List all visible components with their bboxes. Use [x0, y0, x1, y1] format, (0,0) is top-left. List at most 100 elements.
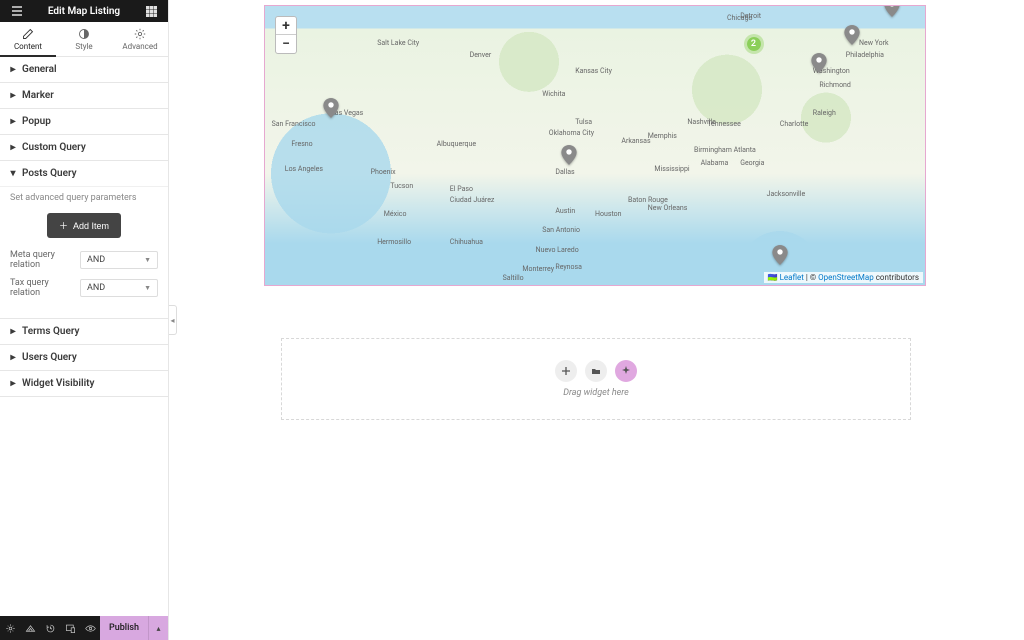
- plus-icon: ＋: [59, 219, 68, 232]
- menu-icon[interactable]: [6, 0, 28, 22]
- chevron-down-icon: ▼: [144, 284, 151, 292]
- publish-options-button[interactable]: ▴: [148, 616, 168, 640]
- map-city-label: Albuquerque: [437, 140, 476, 148]
- map-city-label: Houston: [595, 210, 622, 218]
- section-toggle-widget-visibility[interactable]: ▸ Widget Visibility: [0, 371, 168, 396]
- zoom-out-button[interactable]: −: [276, 35, 296, 53]
- map-city-label: Fresno: [291, 140, 312, 148]
- plus-icon: [561, 366, 571, 376]
- section-title: Posts Query: [22, 168, 77, 179]
- section-toggle-terms-query[interactable]: ▸ Terms Query: [0, 319, 168, 344]
- publish-label: Publish: [109, 623, 139, 633]
- panel-collapse-handle[interactable]: ◂: [169, 305, 177, 335]
- map-marker[interactable]: [323, 98, 339, 118]
- section-toggle-general[interactable]: ▸ General: [0, 57, 168, 82]
- add-item-button[interactable]: ＋ Add Item: [47, 213, 121, 238]
- tab-style[interactable]: Style: [56, 22, 112, 56]
- map-city-label: El Paso: [450, 185, 473, 193]
- map-city-label: Wichita: [542, 90, 565, 98]
- add-ai-button[interactable]: [615, 360, 637, 382]
- section-general: ▸ General: [0, 57, 168, 83]
- tab-label: Advanced: [122, 42, 157, 51]
- responsive-icon[interactable]: [60, 616, 80, 640]
- preview-icon[interactable]: [80, 616, 100, 640]
- map-marker[interactable]: [844, 25, 860, 45]
- sparkle-icon: [621, 366, 631, 376]
- map-city-label: Arkansas: [621, 137, 650, 145]
- meta-query-relation-row: Meta query relation AND ▼: [10, 250, 158, 270]
- map-city-label: Tennessee: [707, 120, 741, 128]
- widget-drop-zone[interactable]: Drag widget here: [281, 338, 911, 420]
- section-title: Users Query: [22, 352, 77, 363]
- map-city-label: Tucson: [390, 182, 413, 190]
- section-toggle-users-query[interactable]: ▸ Users Query: [0, 345, 168, 370]
- section-toggle-custom-query[interactable]: ▸ Custom Query: [0, 135, 168, 160]
- drop-zone-actions: [555, 360, 637, 382]
- chevron-down-icon: ▼: [144, 256, 151, 264]
- map-marker[interactable]: [884, 6, 900, 17]
- map-city-label: Richmond: [819, 81, 850, 89]
- zoom-in-button[interactable]: +: [276, 17, 296, 35]
- section-title: Popup: [22, 116, 51, 127]
- gear-icon: [134, 28, 146, 40]
- sections-list: ▸ General ▸ Marker ▸ Popup ▸ Cu: [0, 57, 168, 616]
- section-custom-query: ▸ Custom Query: [0, 135, 168, 161]
- map-city-label: New Orleans: [648, 204, 688, 212]
- tab-advanced[interactable]: Advanced: [112, 22, 168, 56]
- map-attribution: 🇺🇦 Leaflet | © OpenStreetMap contributor…: [764, 272, 923, 283]
- map-marker[interactable]: [811, 53, 827, 73]
- map-city-label: Hermosillo: [377, 238, 411, 246]
- map-city-label: Reynosa: [555, 263, 582, 271]
- flag-icon: 🇺🇦: [768, 273, 778, 282]
- map-listing-widget[interactable]: + − ChicagoDetroitDenverSalt Lake CitySa…: [264, 5, 926, 286]
- section-title: General: [22, 64, 57, 75]
- caret-right-icon: ▸: [10, 145, 16, 151]
- add-template-button[interactable]: [585, 360, 607, 382]
- meta-query-relation-select[interactable]: AND ▼: [80, 251, 158, 269]
- panel-bottom-bar: Publish ▴: [0, 616, 168, 640]
- section-users-query: ▸ Users Query: [0, 345, 168, 371]
- map-city-label: Los Angeles: [285, 165, 323, 173]
- map-surface[interactable]: + − ChicagoDetroitDenverSalt Lake CitySa…: [265, 6, 925, 285]
- map-city-label: Raleigh: [813, 109, 836, 117]
- tab-label: Content: [14, 42, 42, 51]
- editor-canvas: + − ChicagoDetroitDenverSalt Lake CitySa…: [169, 0, 1024, 640]
- field-label: Tax query relation: [10, 278, 74, 298]
- caret-right-icon: ▸: [10, 67, 16, 73]
- map-city-label: Saltillo: [503, 274, 524, 282]
- section-toggle-marker[interactable]: ▸ Marker: [0, 83, 168, 108]
- map-city-label: México: [384, 210, 407, 218]
- leaflet-link[interactable]: Leaflet: [780, 273, 804, 282]
- map-city-label: Memphis: [648, 132, 677, 140]
- tab-content[interactable]: Content: [0, 22, 56, 57]
- tax-query-relation-select[interactable]: AND ▼: [80, 279, 158, 297]
- map-marker[interactable]: [772, 245, 788, 265]
- add-widget-button[interactable]: [555, 360, 577, 382]
- map-cluster[interactable]: 2: [744, 34, 764, 54]
- section-terms-query: ▸ Terms Query: [0, 319, 168, 345]
- drop-zone-text: Drag widget here: [563, 388, 629, 398]
- caret-right-icon: ▸: [10, 355, 16, 361]
- navigator-icon[interactable]: [20, 616, 40, 640]
- settings-icon[interactable]: [0, 616, 20, 640]
- map-marker[interactable]: [561, 145, 577, 165]
- chevron-up-icon: ▴: [156, 624, 160, 633]
- section-toggle-popup[interactable]: ▸ Popup: [0, 109, 168, 134]
- editor-panel: Edit Map Listing Content Style Advanced: [0, 0, 169, 640]
- section-toggle-posts-query[interactable]: ▾ Posts Query: [0, 161, 168, 186]
- map-city-label: Detroit: [740, 12, 761, 20]
- select-value: AND: [87, 255, 105, 265]
- map-city-label: Baton Rouge: [628, 196, 668, 204]
- osm-link[interactable]: OpenStreetMap: [818, 273, 874, 282]
- panel-header: Edit Map Listing: [0, 0, 168, 22]
- widgets-grid-icon[interactable]: [140, 0, 162, 22]
- publish-button[interactable]: Publish: [100, 616, 148, 640]
- map-city-label: Philadelphia: [846, 51, 884, 59]
- panel-title: Edit Map Listing: [48, 6, 120, 17]
- caret-right-icon: ▸: [10, 93, 16, 99]
- map-city-label: Phoenix: [371, 168, 396, 176]
- history-icon[interactable]: [40, 616, 60, 640]
- map-city-label: Nuevo Laredo: [536, 246, 579, 254]
- section-marker: ▸ Marker: [0, 83, 168, 109]
- map-city-label: Monterrey: [522, 265, 554, 273]
